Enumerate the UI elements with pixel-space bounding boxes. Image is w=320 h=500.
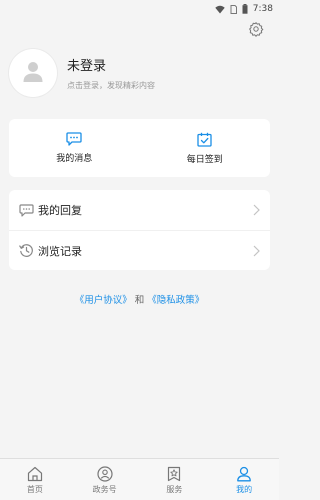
status-bar: 7:38 bbox=[0, 0, 279, 18]
login-title[interactable]: 未登录 bbox=[67, 55, 155, 74]
tab-label: 政务号 bbox=[92, 485, 117, 494]
profile-text: 未登录 点击登录，发现精彩内容 bbox=[67, 55, 155, 91]
login-subtitle: 点击登录，发现精彩内容 bbox=[67, 81, 155, 90]
sim-icon bbox=[230, 4, 237, 14]
comment-icon bbox=[18, 202, 34, 218]
wifi-icon bbox=[215, 5, 225, 14]
tab-label: 服务 bbox=[166, 485, 183, 494]
daily-checkin-label: 每日签到 bbox=[186, 154, 223, 165]
menu-list-card: 我的回复 浏览记录 bbox=[9, 190, 270, 270]
agreement-links: 《用户协议》 和 《隐私政策》 bbox=[0, 292, 279, 306]
privacy-policy-link[interactable]: 《隐私政策》 bbox=[147, 295, 204, 306]
bottom-tab-bar: 首页 政务号 服务 我的 bbox=[0, 458, 279, 500]
service-icon bbox=[166, 466, 182, 482]
home-icon bbox=[27, 466, 43, 482]
gear-icon bbox=[248, 21, 264, 41]
message-icon bbox=[66, 132, 82, 146]
user-silhouette-icon bbox=[21, 59, 45, 87]
my-messages-button[interactable]: 我的消息 bbox=[9, 119, 140, 177]
person-icon bbox=[236, 466, 252, 482]
history-icon bbox=[18, 243, 34, 259]
quick-actions-card: 我的消息 每日签到 bbox=[9, 119, 270, 177]
status-time: 7:38 bbox=[252, 4, 273, 14]
tab-gov-account[interactable]: 政务号 bbox=[70, 459, 140, 500]
daily-checkin-button[interactable]: 每日签到 bbox=[140, 119, 271, 177]
tab-label: 首页 bbox=[26, 485, 43, 494]
avatar[interactable] bbox=[9, 49, 57, 97]
calendar-check-icon bbox=[197, 132, 212, 147]
tab-home[interactable]: 首页 bbox=[0, 459, 70, 500]
menu-item-history[interactable]: 浏览记录 bbox=[9, 230, 270, 270]
menu-item-label: 我的回复 bbox=[38, 204, 82, 217]
tab-mine[interactable]: 我的 bbox=[209, 459, 279, 500]
tab-label: 我的 bbox=[236, 485, 253, 494]
settings-button[interactable] bbox=[246, 21, 266, 41]
menu-item-my-replies[interactable]: 我的回复 bbox=[9, 190, 270, 230]
agreement-conjunction: 和 bbox=[134, 295, 145, 306]
tab-service[interactable]: 服务 bbox=[140, 459, 210, 500]
user-agreement-link[interactable]: 《用户协议》 bbox=[75, 295, 132, 306]
battery-icon bbox=[242, 4, 248, 14]
menu-item-label: 浏览记录 bbox=[38, 244, 82, 258]
profile-header[interactable]: 未登录 点击登录，发现精彩内容 bbox=[9, 48, 270, 98]
chevron-right-icon bbox=[251, 203, 261, 217]
chevron-right-icon bbox=[251, 244, 261, 258]
gov-account-icon bbox=[97, 466, 113, 482]
my-messages-label: 我的消息 bbox=[56, 154, 93, 164]
